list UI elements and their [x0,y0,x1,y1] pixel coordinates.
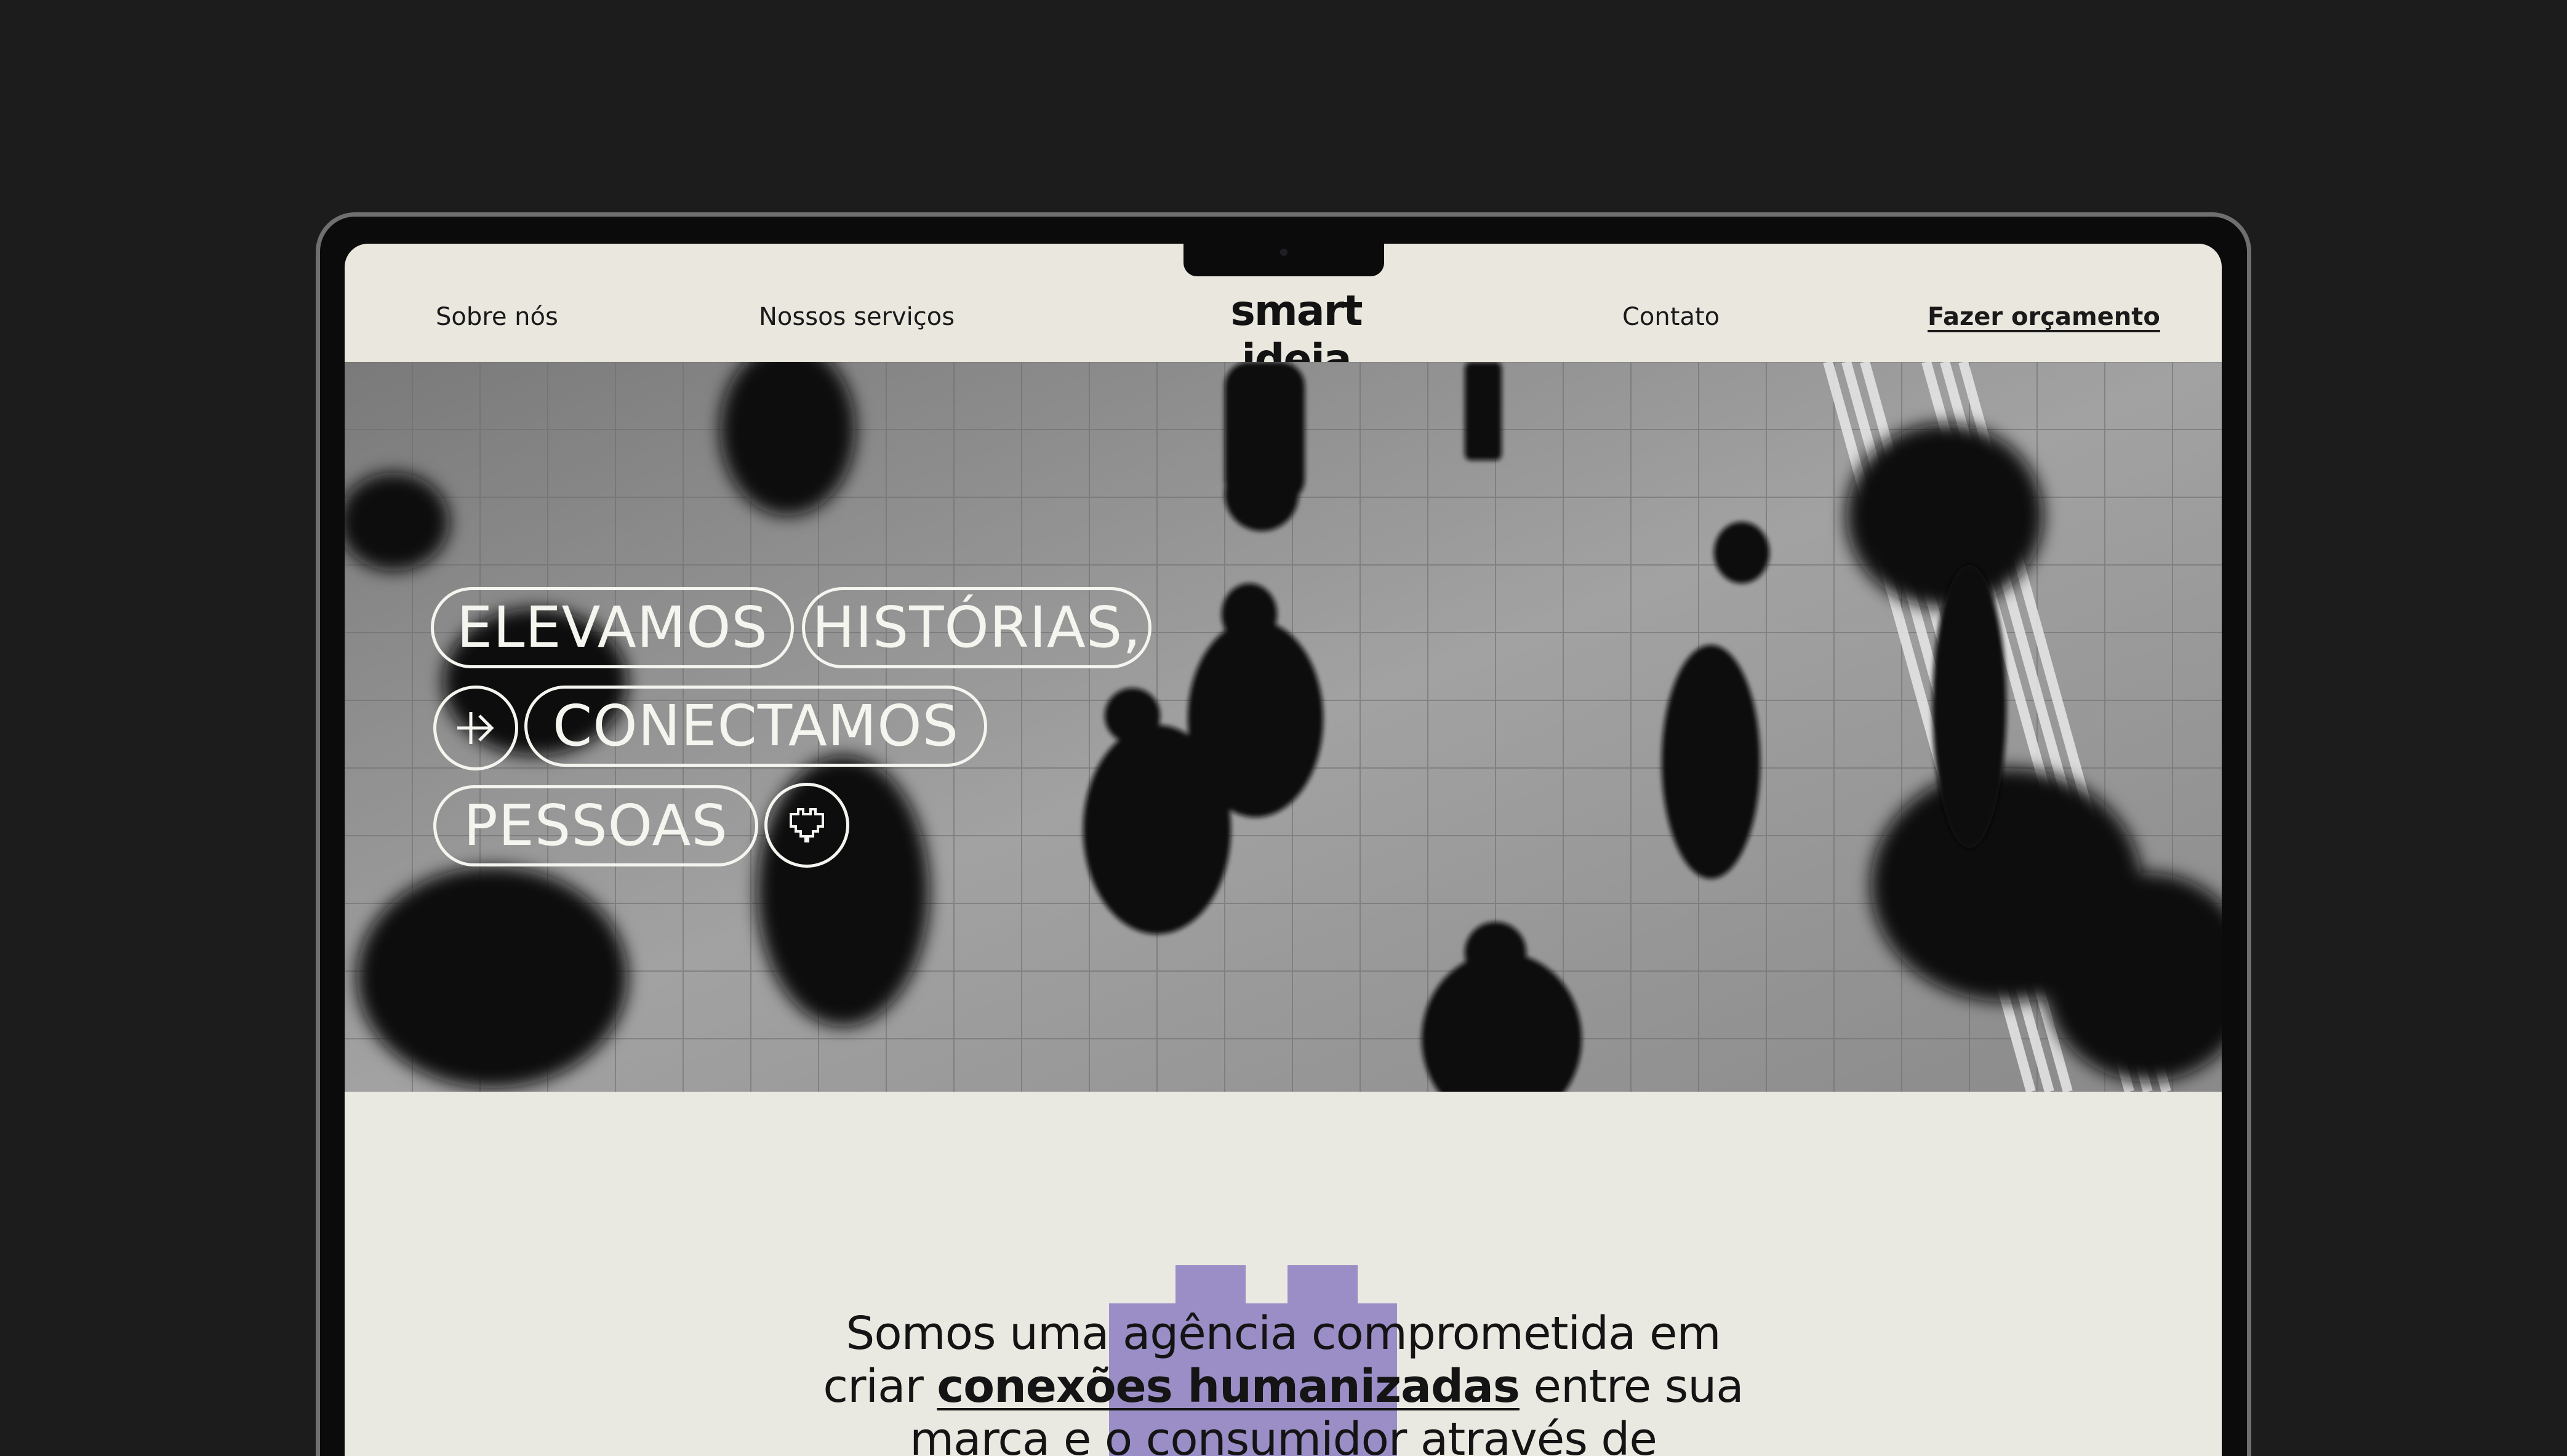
nav-link-services[interactable]: Nossos serviços [759,303,955,331]
hero-section: ELEVAMOS HISTÓRIAS, CONECTAMOS PESSOAS [345,362,2222,1092]
hero-arrow-circle[interactable] [433,686,518,770]
pixel-heart-icon [790,808,824,842]
intro-line-2-end: entre sua [1519,1360,1744,1413]
intro-line-2-start: criar [823,1360,937,1413]
nav-link-quote[interactable]: Fazer orçamento [1928,303,2160,331]
camera-icon [1280,249,1288,256]
intro-paragraph: Somos uma agência comprometida em criar … [345,1307,2222,1456]
intro-line-1: Somos uma agência comprometida em [846,1307,1721,1360]
hero-pill-conectamos: CONECTAMOS [524,686,987,767]
hero-heart-circle[interactable] [764,783,849,868]
hero-pill-pessoas: PESSOAS [433,785,758,866]
arrow-right-icon [457,712,494,744]
camera-notch [1183,244,1384,276]
hero-pill-elevamos: ELEVAMOS [431,587,794,668]
intro-section: Somos uma agência comprometida em criar … [345,1092,2222,1456]
intro-highlight-link[interactable]: conexões humanizadas [937,1360,1520,1413]
intro-line-3: marca e o consumidor através de [910,1413,1657,1456]
intro-line-2: criar conexões humanizadas entre sua [345,1360,2222,1413]
stage: Sobre nós Nossos serviços smart ideia Co… [0,0,2567,1456]
hero-pill-historias: HISTÓRIAS, [802,587,1151,668]
nav-link-about[interactable]: Sobre nós [436,303,558,331]
nav-link-contact[interactable]: Contato [1622,303,1720,331]
website-screen: Sobre nós Nossos serviços smart ideia Co… [345,244,2222,1456]
